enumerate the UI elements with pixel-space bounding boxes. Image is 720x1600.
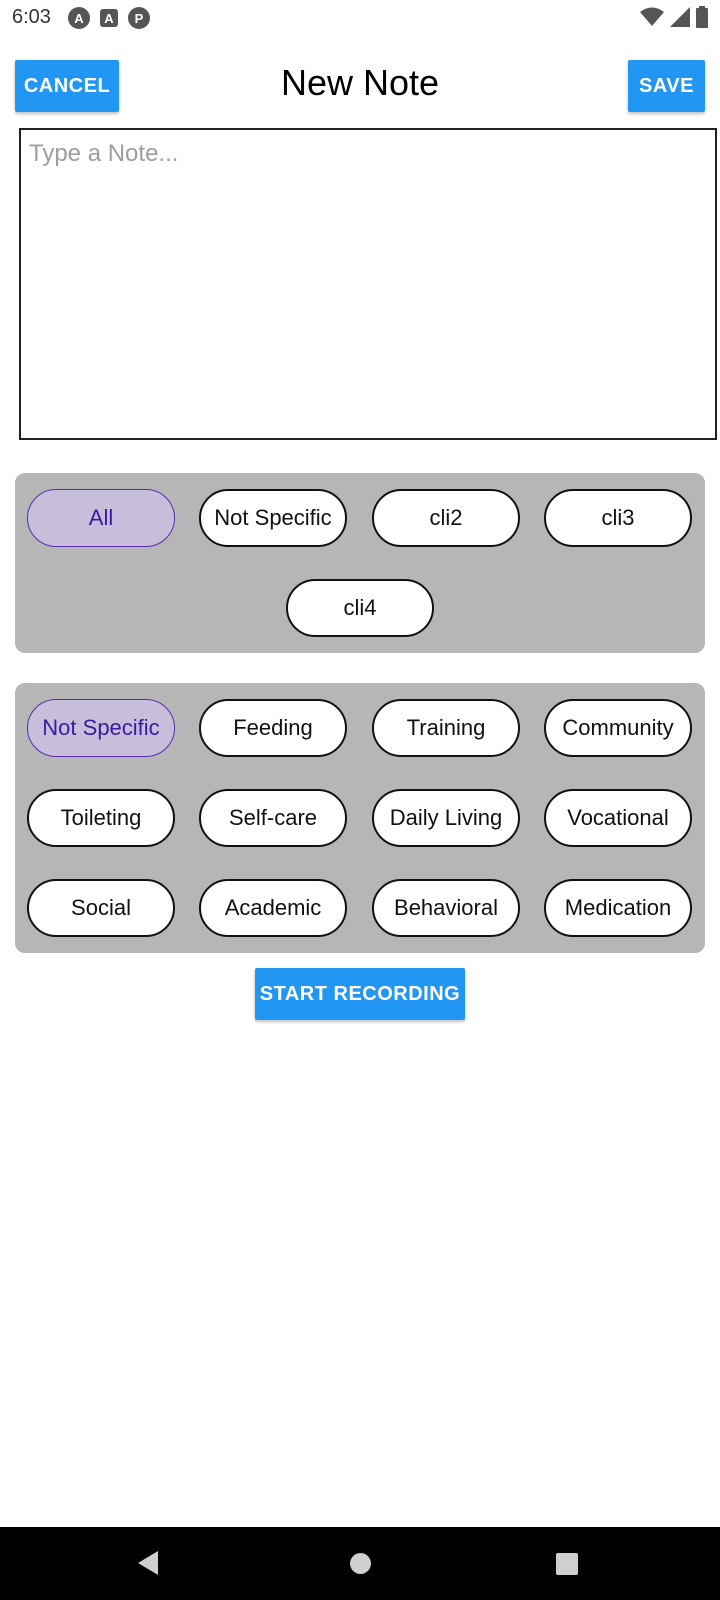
app-notification-icon: A <box>68 7 90 29</box>
notification-icons: A A P <box>68 7 150 29</box>
chip-client-cli4[interactable]: cli4 <box>286 579 434 637</box>
chip-category-self-care[interactable]: Self-care <box>199 789 347 847</box>
home-icon[interactable] <box>350 1553 371 1574</box>
chip-category-training[interactable]: Training <box>372 699 520 757</box>
page-title: New Note <box>280 62 440 103</box>
navigation-bar <box>0 1527 720 1600</box>
chip-client-cli3[interactable]: cli3 <box>544 489 692 547</box>
status-bar: 6:03 A A P <box>0 0 720 36</box>
chip-client-cli2[interactable]: cli2 <box>372 489 520 547</box>
battery-icon <box>696 6 708 28</box>
note-input[interactable]: Type a Note... <box>19 128 717 440</box>
wifi-icon <box>640 7 664 26</box>
chip-category-feeding[interactable]: Feeding <box>199 699 347 757</box>
client-chip-panel: All Not Specific cli2 cli3 cli4 <box>15 473 705 653</box>
chip-category-social[interactable]: Social <box>27 879 175 937</box>
app-notification-icon-3: P <box>128 7 150 29</box>
chip-category-academic[interactable]: Academic <box>199 879 347 937</box>
save-button[interactable]: SAVE <box>628 60 705 112</box>
chip-category-toileting[interactable]: Toileting <box>27 789 175 847</box>
recents-icon[interactable] <box>556 1553 578 1575</box>
chip-category-daily-living[interactable]: Daily Living <box>372 789 520 847</box>
chip-category-community[interactable]: Community <box>544 699 692 757</box>
chip-client-not-specific[interactable]: Not Specific <box>199 489 347 547</box>
app-notification-icon-2: A <box>100 9 118 27</box>
chip-category-behavioral[interactable]: Behavioral <box>372 879 520 937</box>
start-recording-button[interactable]: START RECORDING <box>255 968 465 1020</box>
back-icon[interactable] <box>138 1551 158 1575</box>
signal-icon <box>670 7 690 27</box>
chip-category-vocational[interactable]: Vocational <box>544 789 692 847</box>
chip-client-all[interactable]: All <box>27 489 175 547</box>
category-chip-panel: Not Specific Feeding Training Community … <box>15 683 705 953</box>
chip-category-not-specific[interactable]: Not Specific <box>27 699 175 757</box>
status-time: 6:03 <box>12 6 51 28</box>
chip-category-medication[interactable]: Medication <box>544 879 692 937</box>
system-icons <box>640 6 708 28</box>
